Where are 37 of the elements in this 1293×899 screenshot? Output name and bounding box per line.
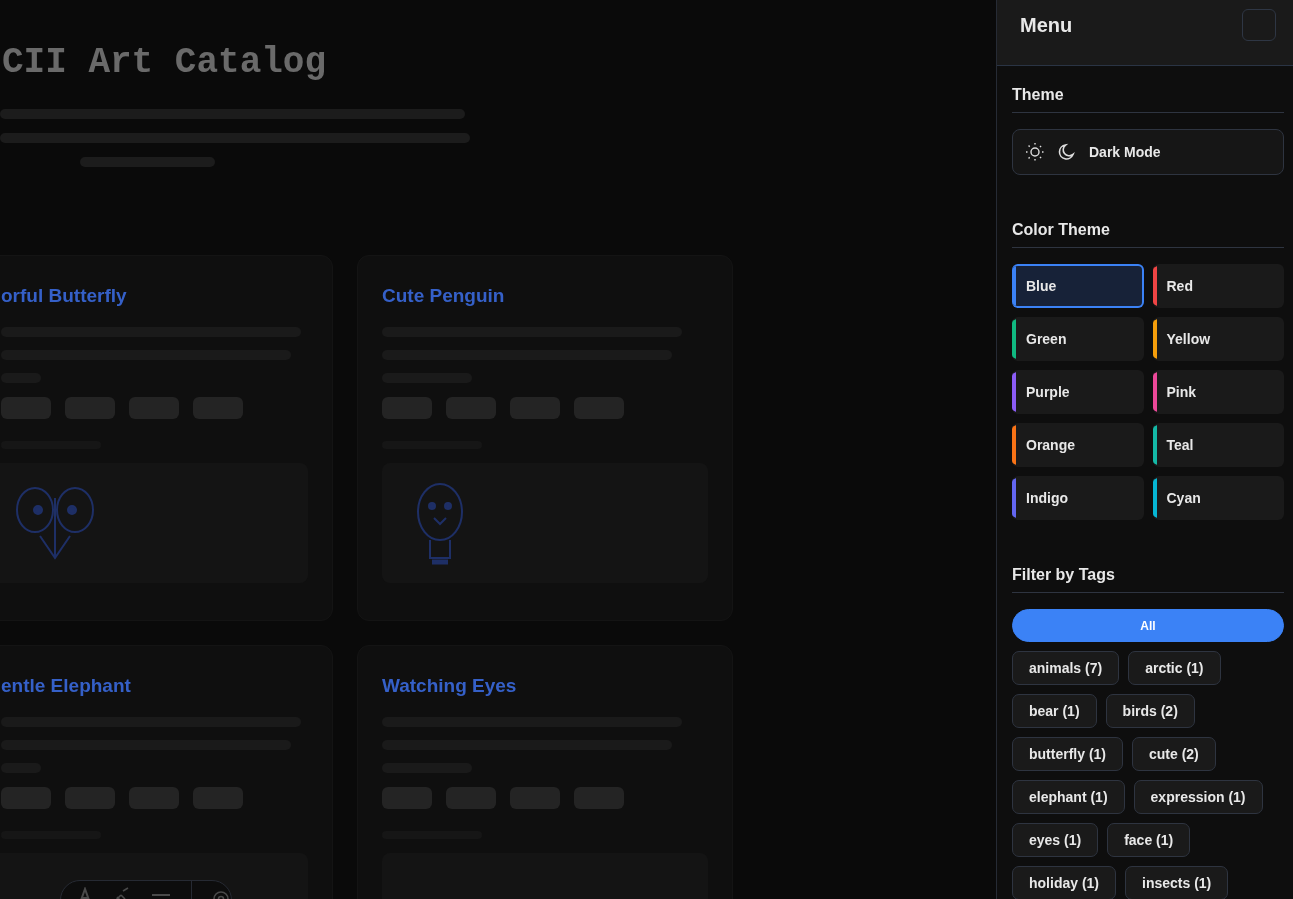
color-option[interactable]: Blue — [1012, 264, 1144, 308]
section-heading: Filter by Tags — [1012, 546, 1284, 593]
section-heading: Theme — [1012, 66, 1284, 113]
section-heading: Color Theme — [1012, 201, 1284, 248]
page-title: CII Art Catalog — [2, 42, 328, 83]
tag-filter-chip[interactable]: arctic (1) — [1128, 651, 1221, 685]
card-title: Watching Eyes — [382, 675, 518, 697]
tag-filter-chip[interactable]: eyes (1) — [1012, 823, 1099, 857]
tag-filter-chip[interactable]: face (1) — [1107, 823, 1191, 857]
menu-title: Menu — [1020, 14, 1073, 37]
tag-filter-chip[interactable]: bear (1) — [1012, 694, 1097, 728]
tag-filter-chip[interactable]: butterfly (1) — [1012, 737, 1123, 771]
color-option[interactable]: Purple — [1012, 370, 1144, 414]
card-title: orful Butterfly — [1, 285, 128, 307]
color-option[interactable]: Green — [1012, 317, 1144, 361]
color-option[interactable]: Yellow — [1152, 317, 1284, 361]
card-title: Cute Penguin — [382, 285, 506, 307]
moon-icon — [1057, 142, 1077, 162]
theme-toggle[interactable]: Dark Mode — [1012, 129, 1284, 175]
color-option[interactable]: Orange — [1012, 423, 1144, 467]
tag-filter-chip[interactable]: animals (7) — [1012, 651, 1120, 685]
close-button[interactable] — [1242, 9, 1276, 41]
tag-filter-chip[interactable]: cute (2) — [1132, 737, 1216, 771]
color-option[interactable]: Pink — [1152, 370, 1284, 414]
tag-filter-chip[interactable]: All — [1012, 609, 1284, 642]
brush-icon[interactable] — [113, 887, 131, 899]
tag-filter-chip[interactable]: elephant (1) — [1012, 780, 1125, 814]
color-option[interactable]: Teal — [1152, 423, 1284, 467]
card-title: entle Elephant — [1, 675, 132, 697]
tag-filter-chip[interactable]: insects (1) — [1125, 866, 1229, 899]
tag-filter-chip[interactable]: birds (2) — [1105, 694, 1195, 728]
tag-filter-chip[interactable]: holiday (1) — [1012, 866, 1116, 899]
sun-icon — [1025, 142, 1045, 162]
tag-filter-chip[interactable]: expression (1) — [1133, 780, 1263, 814]
color-option[interactable]: Cyan — [1152, 476, 1284, 520]
color-option[interactable]: Red — [1152, 264, 1284, 308]
color-option[interactable]: Indigo — [1012, 476, 1144, 520]
